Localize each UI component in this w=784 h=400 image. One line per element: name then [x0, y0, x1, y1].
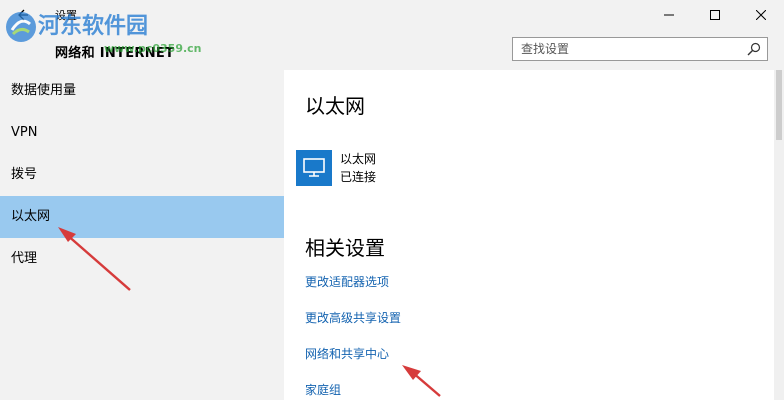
- search-icon[interactable]: [747, 42, 761, 56]
- scroll-thumb[interactable]: [776, 70, 782, 140]
- back-button[interactable]: [0, 0, 44, 30]
- close-icon: [756, 10, 766, 20]
- scrollbar[interactable]: [774, 70, 784, 400]
- device-info: 以太网 已连接: [340, 150, 376, 186]
- sidebar-item-vpn[interactable]: VPN: [0, 112, 284, 154]
- maximize-button[interactable]: [692, 0, 738, 30]
- section-title: 网络和 INTERNET: [55, 46, 175, 61]
- search-input[interactable]: [513, 38, 749, 60]
- sidebar-item-ethernet[interactable]: 以太网: [0, 196, 284, 238]
- change-adapter-options-link[interactable]: 更改适配器选项: [305, 274, 401, 310]
- window-title: 设置: [55, 9, 77, 22]
- related-settings-title: 相关设置: [305, 236, 385, 260]
- sidebar-item-data-usage[interactable]: 数据使用量: [0, 70, 284, 112]
- title-bar: 设置: [0, 0, 784, 30]
- sidebar: 数据使用量 VPN 拨号 以太网 代理: [0, 70, 284, 400]
- sidebar-item-proxy[interactable]: 代理: [0, 238, 284, 280]
- ethernet-monitor-icon: [296, 150, 332, 186]
- window-controls: [646, 0, 784, 30]
- minimize-icon: [664, 14, 674, 16]
- device-status: 已连接: [340, 170, 377, 184]
- back-arrow-icon: [18, 9, 28, 21]
- page-title: 以太网: [305, 94, 365, 118]
- sidebar-item-dialup[interactable]: 拨号: [0, 154, 284, 196]
- settings-window: 设置 网络和 INTERNET 查找设置 数据使用量 VPN 拨号 以太网 代理…: [0, 0, 784, 400]
- change-advanced-sharing-link[interactable]: 更改高级共享设置: [305, 310, 401, 346]
- related-settings-links: 更改适配器选项 更改高级共享设置 网络和共享中心 家庭组: [305, 274, 401, 400]
- device-name: 以太网: [340, 152, 377, 166]
- maximize-icon: [710, 10, 720, 20]
- minimize-button[interactable]: [646, 0, 692, 30]
- search-box[interactable]: [512, 37, 768, 61]
- main-content: 以太网 以太网 已连接 相关设置 更改适配器选项 更改高级共享设置 网络和共享中…: [284, 70, 774, 400]
- header-row: 网络和 INTERNET: [0, 30, 784, 68]
- close-button[interactable]: [738, 0, 784, 30]
- ethernet-device[interactable]: 以太网 已连接: [296, 150, 376, 186]
- homegroup-link[interactable]: 家庭组: [305, 382, 401, 400]
- network-sharing-center-link[interactable]: 网络和共享中心: [305, 346, 401, 382]
